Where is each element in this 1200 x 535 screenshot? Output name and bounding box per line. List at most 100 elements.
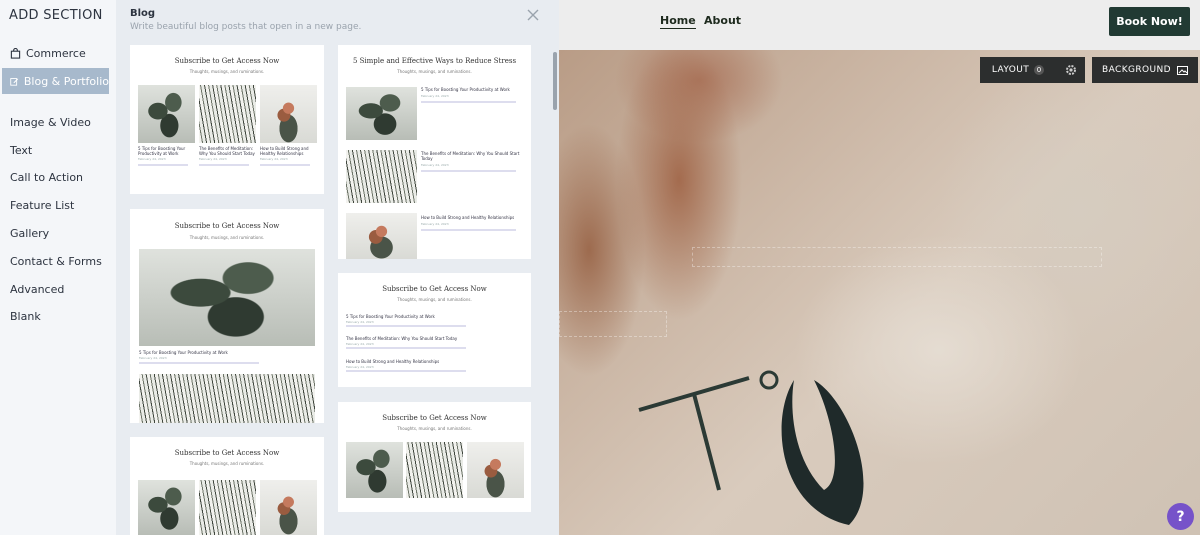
post-image	[139, 374, 315, 423]
post-image	[260, 85, 317, 143]
panel-subtitle: Write beautiful blog posts that open in …	[130, 22, 362, 32]
blog-templates-panel: Blog Write beautiful blog posts that ope…	[116, 0, 559, 535]
book-now-button[interactable]: Book Now!	[1109, 7, 1190, 36]
layout-label: LAYOUT	[991, 65, 1030, 75]
sidebar-item-contact-forms[interactable]: Contact & Forms	[2, 248, 109, 274]
post-image	[199, 85, 256, 143]
sidebar-item-label: Contact & Forms	[10, 254, 102, 268]
post-image	[199, 480, 256, 535]
sidebar-item-label: Image & Video	[10, 115, 91, 129]
post-date: February 24, 2023	[421, 94, 449, 98]
excerpt-line	[346, 325, 466, 327]
post-title: 5 Tips for Boosting Your Productivity at…	[346, 314, 435, 319]
excerpt-line	[346, 347, 466, 349]
sidebar-item-image-video[interactable]: Image & Video	[2, 109, 109, 135]
help-button[interactable]: ?	[1167, 503, 1194, 530]
card-title: Subscribe to Get Access Now	[382, 414, 487, 422]
card-subtitle: Thoughts, musings, and ruminations.	[189, 461, 265, 466]
sidebar-item-label: Call to Action	[10, 170, 84, 184]
post-date: February 24, 2023	[421, 222, 449, 226]
post-title: 5 Tips for Boosting Your Productivity at…	[421, 87, 510, 92]
post-date: February 24, 2023	[421, 163, 449, 167]
sidebar-item-call-to-action[interactable]: Call to Action	[2, 164, 109, 190]
blog-template-card-1[interactable]: Subscribe to Get Access Now Thoughts, mu…	[130, 45, 324, 194]
post-date: February 24, 2023	[139, 356, 167, 360]
sidebar-item-label: Advanced	[10, 282, 65, 296]
excerpt-line	[421, 229, 516, 231]
card-subtitle: Thoughts, musings, and ruminations.	[397, 426, 472, 431]
site-header: Home About Book Now!	[559, 0, 1200, 50]
panel-title: Blog	[130, 8, 156, 19]
sidebar-item-label: Blog & Portfolio	[23, 74, 109, 88]
background-button[interactable]: BACKGROUND	[1092, 57, 1198, 83]
card-title: Subscribe to Get Access Now	[382, 285, 487, 293]
excerpt-line	[139, 362, 259, 364]
post-title: How to Build Strong and Healthy Relation…	[421, 215, 515, 220]
sidebar-title: ADD SECTION	[9, 8, 103, 23]
post-title: The Benefits of Meditation: Why You Shou…	[199, 146, 255, 156]
card-title: Subscribe to Get Access Now	[174, 449, 280, 457]
background-label: BACKGROUND	[1102, 65, 1171, 75]
card-subtitle: Thoughts, musings, and ruminations.	[189, 235, 265, 240]
post-image	[138, 85, 195, 143]
sidebar-item-label: Gallery	[10, 226, 50, 240]
excerpt-line	[421, 101, 516, 103]
sidebar-item-text[interactable]: Text	[2, 137, 109, 163]
blog-template-card-5[interactable]: Subscribe to Get Access Now Thoughts, mu…	[338, 402, 531, 512]
excerpt-line	[138, 164, 188, 166]
post-image	[346, 150, 417, 203]
post-image	[346, 442, 403, 498]
edit-icon	[10, 77, 19, 86]
layout-count-badge: 0	[1034, 65, 1045, 75]
post-title: How to Build Strong and Healthy Relation…	[346, 359, 440, 364]
blog-template-card-4[interactable]: Subscribe to Get Access Now Thoughts, mu…	[338, 273, 531, 387]
post-date: February 24, 2023	[260, 157, 288, 161]
excerpt-line	[421, 170, 516, 172]
card-subtitle: Thoughts, musings, and ruminations.	[397, 69, 472, 74]
layout-button[interactable]: LAYOUT 0	[980, 57, 1056, 83]
blog-template-card-2[interactable]: 5 Simple and Effective Ways to Reduce St…	[338, 45, 531, 259]
post-image	[139, 249, 315, 346]
website-preview: Home About Book Now! LAYOUT 0 BACKGROUND…	[559, 0, 1200, 535]
panel-scrollbar[interactable]	[553, 52, 557, 110]
blog-template-card-3[interactable]: Subscribe to Get Access Now Thoughts, mu…	[130, 209, 324, 423]
sidebar-item-label: Feature List	[10, 198, 75, 212]
card-title: 5 Simple and Effective Ways to Reduce St…	[352, 57, 517, 65]
post-image	[346, 87, 417, 140]
nav-home[interactable]: Home	[660, 14, 696, 29]
sidebar-item-label: Blank	[10, 309, 41, 323]
hero-drop-zone	[692, 247, 1102, 267]
sidebar-item-commerce[interactable]: Commerce	[2, 40, 109, 66]
post-date: February 24, 2023	[138, 157, 166, 161]
post-image	[406, 442, 463, 498]
post-image	[260, 480, 317, 535]
card-subtitle: Thoughts, musings, and ruminations.	[397, 297, 472, 302]
hero-decorative-letters	[638, 370, 864, 525]
post-title: 5 Tips for Boosting Your Productivity at…	[138, 146, 186, 156]
post-date: February 24, 2023	[346, 365, 374, 369]
excerpt-line	[260, 164, 310, 166]
post-title: 5 Tips for Boosting Your Productivity at…	[139, 350, 228, 355]
nav-about[interactable]: About	[704, 14, 741, 27]
sidebar-item-feature-list[interactable]: Feature List	[2, 192, 109, 218]
add-section-sidebar: ADD SECTION Commerce Blog & Portfolio Im…	[0, 0, 116, 535]
close-icon[interactable]	[524, 6, 542, 24]
sidebar-item-gallery[interactable]: Gallery	[2, 220, 109, 246]
excerpt-line	[346, 370, 466, 372]
post-image	[138, 480, 195, 535]
sidebar-item-advanced[interactable]: Advanced	[2, 276, 109, 302]
post-image	[467, 442, 524, 498]
sidebar-item-label: Commerce	[26, 46, 86, 60]
sidebar-item-label: Text	[10, 143, 33, 157]
blog-template-card-6[interactable]: Subscribe to Get Access Now Thoughts, mu…	[130, 437, 324, 535]
post-date: February 24, 2023	[346, 342, 374, 346]
sidebar-item-blank[interactable]: Blank	[2, 303, 109, 329]
bag-icon	[10, 47, 21, 59]
gear-icon[interactable]	[1064, 63, 1078, 77]
hero-background-image: LAYOUT 0 BACKGROUND	[559, 50, 1200, 535]
card-subtitle: Thoughts, musings, and ruminations.	[189, 69, 265, 74]
post-date: February 24, 2023	[199, 157, 227, 161]
post-title: The Benefits of Meditation: Why You Shou…	[346, 336, 458, 341]
image-icon	[1176, 65, 1188, 75]
sidebar-item-blog-portfolio[interactable]: Blog & Portfolio	[2, 68, 109, 94]
